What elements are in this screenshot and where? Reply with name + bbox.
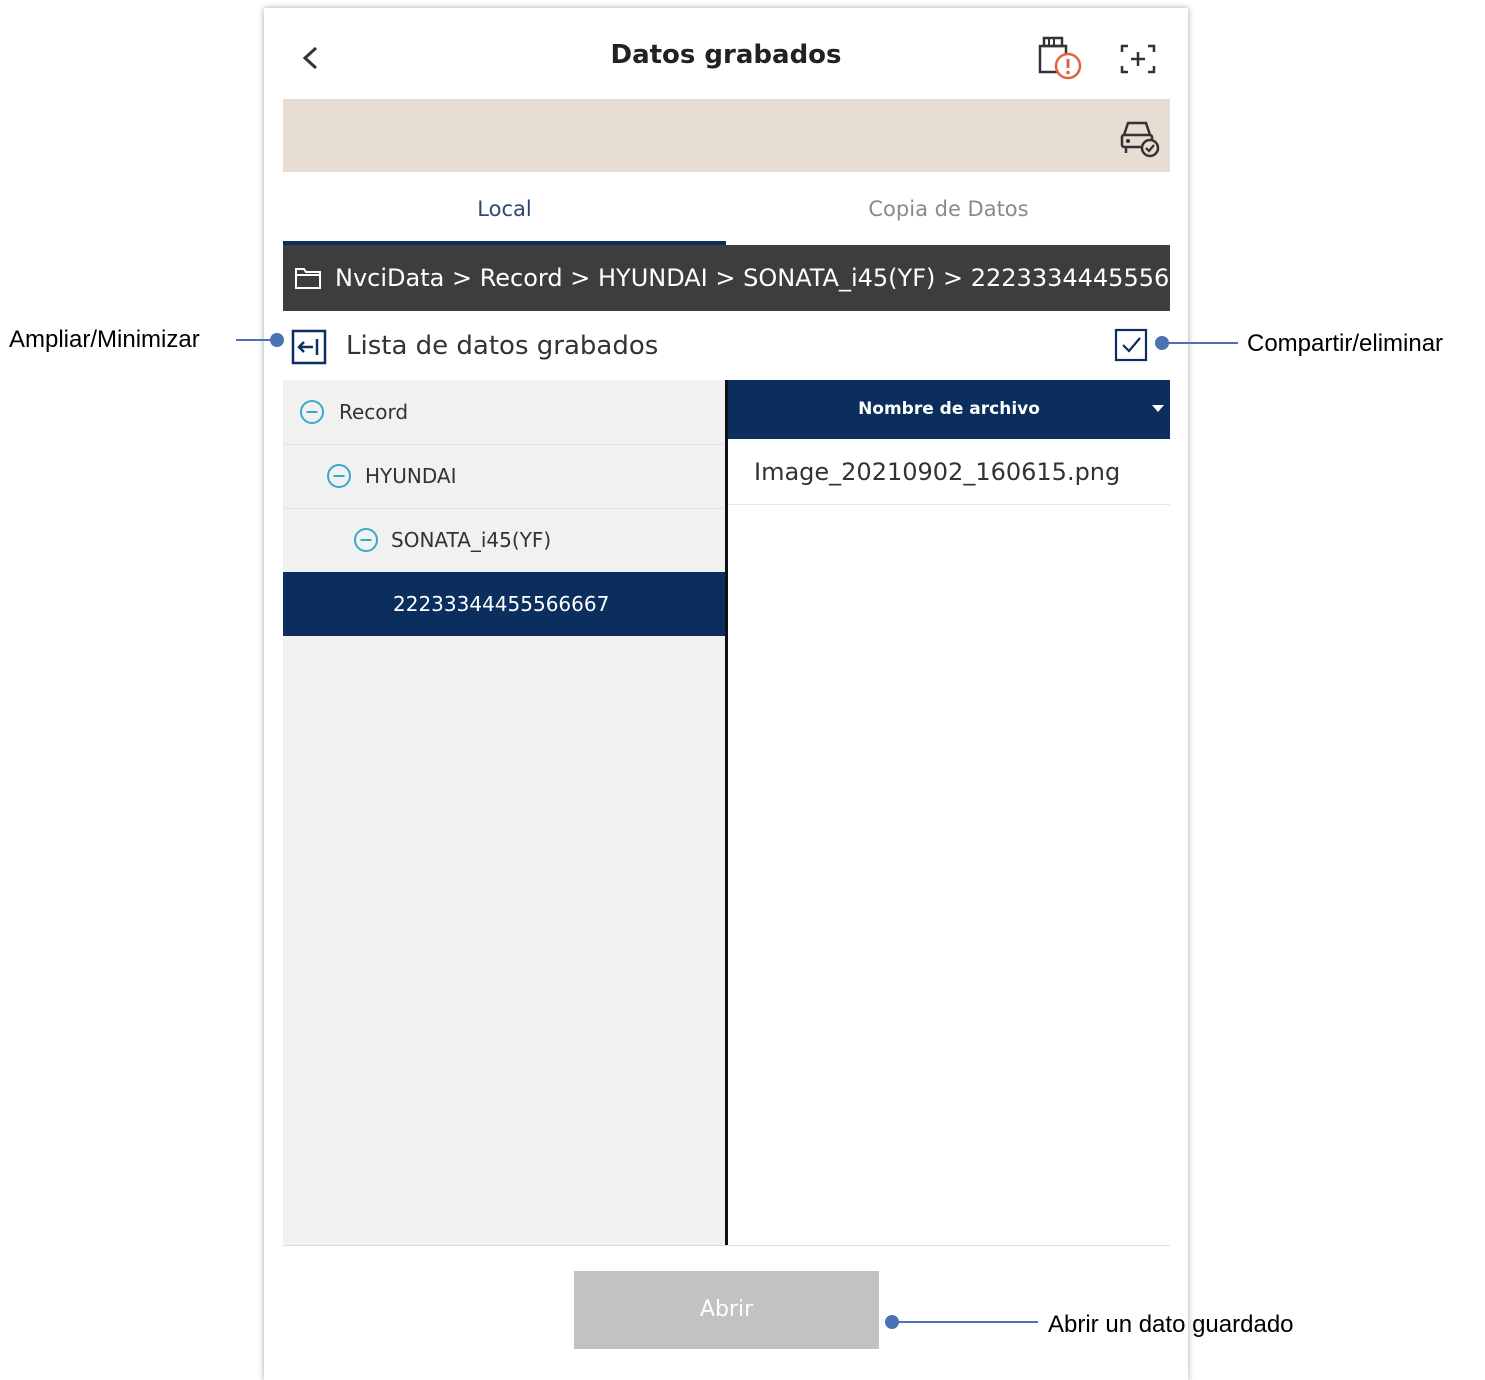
collapse-minus-icon[interactable] (299, 399, 325, 425)
vehicle-check-button[interactable] (1116, 113, 1162, 159)
screen-capture-icon (1120, 44, 1156, 74)
callout-open-label: Abrir un dato guardado (1048, 1311, 1294, 1338)
app-window: Datos grabados Local Copia de Datos Nvci… (264, 8, 1188, 1380)
callout-dot (270, 333, 284, 347)
column-header-label: Nombre de archivo (858, 399, 1040, 419)
callout-line (893, 1321, 1038, 1323)
file-name: Image_20210902_160615.png (754, 458, 1121, 486)
tree-item-hyundai[interactable]: HYUNDAI (283, 444, 726, 509)
callout-dot (1155, 336, 1169, 350)
screen-capture-button[interactable] (1112, 34, 1164, 86)
callout-dot (885, 1315, 899, 1329)
list-header: Lista de datos grabados (283, 312, 1170, 380)
divider-line (283, 1245, 1170, 1246)
tree-item-record[interactable]: Record (283, 380, 726, 445)
sort-dropdown-icon[interactable] (1152, 405, 1164, 412)
checkbox-icon (1114, 328, 1148, 362)
column-header-filename[interactable]: Nombre de archivo (728, 380, 1170, 439)
tree-item-vin-selected[interactable]: 22233344455566667 (283, 572, 726, 636)
tree-item-label: 22233344455566667 (393, 592, 610, 616)
tree-item-label: HYUNDAI (365, 464, 457, 488)
tree-item-label: Record (339, 400, 409, 424)
vehicle-connection-warning-icon (1038, 36, 1082, 80)
list-title: Lista de datos grabados (346, 331, 659, 361)
tree-item-label: SONATA_i45(YF) (391, 528, 552, 552)
callout-expand-label: Ampliar/Minimizar (9, 326, 200, 353)
tab-local[interactable]: Local (283, 173, 726, 245)
file-list: Nombre de archivo Image_20210902_160615.… (728, 380, 1170, 1245)
open-button[interactable]: Abrir (574, 1271, 879, 1349)
callout-share-label: Compartir/eliminar (1247, 330, 1444, 357)
header: Datos grabados (264, 8, 1188, 98)
tree-item-sonata[interactable]: SONATA_i45(YF) (283, 508, 726, 573)
tab-bar: Local Copia de Datos (283, 173, 1170, 245)
vehicle-info-bar (283, 99, 1170, 172)
vehicle-check-icon (1120, 121, 1160, 158)
share-delete-checkbox[interactable] (1114, 328, 1148, 362)
expand-collapse-button[interactable] (291, 329, 327, 365)
breadcrumb: NvciData > Record > HYUNDAI > SONATA_i45… (283, 245, 1170, 311)
folder-icon (295, 268, 321, 289)
callout-line (1162, 342, 1238, 344)
collapse-minus-icon[interactable] (353, 527, 379, 553)
tab-copia-de-datos[interactable]: Copia de Datos (727, 173, 1170, 245)
file-row[interactable]: Image_20210902_160615.png (728, 440, 1170, 505)
collapse-minus-icon[interactable] (326, 463, 352, 489)
vehicle-connection-warning-button[interactable] (1034, 34, 1086, 86)
folder-tree: Record HYUNDAI SONATA_i45(YF) 2223334445… (283, 380, 726, 1245)
collapse-panel-icon (291, 329, 327, 365)
breadcrumb-path: NvciData > Record > HYUNDAI > SONATA_i45… (335, 264, 1170, 292)
